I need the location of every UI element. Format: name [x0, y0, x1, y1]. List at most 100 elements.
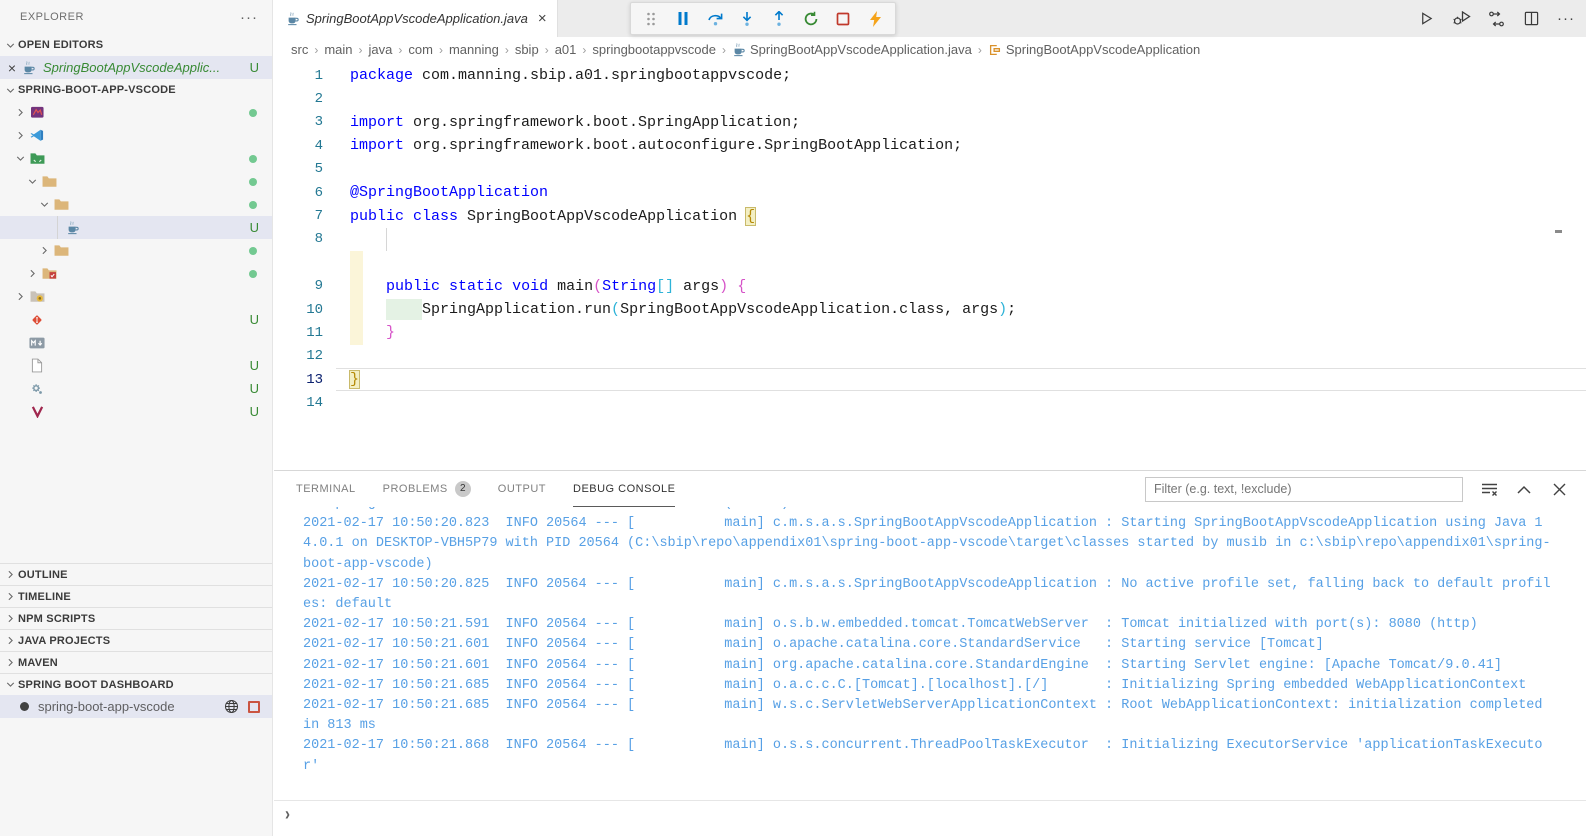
tree-item[interactable]: U — [0, 400, 272, 423]
code-line[interactable]: 7 public class SpringBootAppVscodeApplica… — [274, 204, 1586, 227]
explorer-more-actions-icon[interactable]: ··· — [240, 9, 258, 26]
sidebar-section-outline[interactable]: OUTLINE — [0, 563, 272, 585]
tree-item[interactable] — [0, 285, 272, 308]
chevron-down-icon[interactable] — [12, 152, 28, 165]
clear-console-icon[interactable] — [1480, 480, 1498, 498]
code-line[interactable]: 4 import org.springframework.boot.autocon… — [274, 134, 1586, 157]
folder-icon — [40, 175, 58, 188]
breadcrumb-item[interactable]: com — [408, 42, 433, 57]
tree-item[interactable] — [0, 193, 272, 216]
panel-tab-problems[interactable]: PROBLEMS 2 — [383, 471, 471, 507]
split-editor-icon[interactable] — [1521, 9, 1541, 29]
sidebar-section-java-projects[interactable]: JAVA PROJECTS — [0, 629, 272, 651]
panel-tab-output[interactable]: OUTPUT — [498, 471, 546, 507]
sidebar-header: EXPLORER ··· — [0, 0, 272, 34]
more-actions-icon[interactable]: ··· — [1556, 9, 1576, 29]
breadcrumb: src › main › java › com › manning › sbip › a01 › sprin… — [274, 37, 1586, 62]
chevron-down-icon[interactable] — [36, 198, 52, 211]
panel-tab-terminal[interactable]: TERMINAL — [296, 471, 356, 507]
chevron-down-icon[interactable] — [24, 175, 40, 188]
panel-tab-debug-console[interactable]: DEBUG CONSOLE — [573, 471, 676, 507]
breadcrumb-item[interactable]: src — [291, 42, 308, 57]
tree-item[interactable] — [0, 147, 272, 170]
log-line-clipped: :: Spring Boot :: (v2.4.3) — [303, 507, 1586, 514]
step-over-icon[interactable] — [699, 4, 731, 33]
line-number: 3 — [314, 114, 323, 131]
code-line[interactable]: 6 @SpringBootApplication — [274, 181, 1586, 204]
stop-icon[interactable] — [827, 4, 859, 33]
code-line[interactable]: 12 — [274, 345, 1586, 368]
hot-code-replace-icon[interactable] — [859, 4, 891, 33]
pause-icon[interactable] — [667, 4, 699, 33]
globe-icon[interactable] — [224, 699, 239, 714]
breadcrumb-item[interactable]: SpringBootAppVscodeApplication.java — [732, 42, 972, 57]
breadcrumb-item[interactable]: main — [324, 42, 352, 57]
code-editor[interactable]: 1 package com.manning.sbip.a01.springboot… — [274, 62, 1586, 470]
code-line[interactable]: 3 import org.springframework.boot.SpringA… — [274, 111, 1586, 134]
spring-boot-dashboard-header[interactable]: SPRING BOOT DASHBOARD — [0, 673, 272, 695]
chevron-right-icon[interactable] — [12, 290, 28, 303]
code-line[interactable]: 1 package com.manning.sbip.a01.springboot… — [274, 64, 1586, 87]
debug-run-icon[interactable] — [1451, 9, 1471, 29]
breadcrumb-item[interactable]: sbip — [515, 42, 539, 57]
code-line[interactable]: 5 — [274, 158, 1586, 181]
stop-app-icon[interactable] — [248, 700, 260, 713]
code-line[interactable]: 9 public static void main(String[] args)… — [274, 274, 1586, 298]
breadcrumb-separator: › — [438, 42, 443, 57]
debug-console-input[interactable]: › — [274, 800, 1586, 828]
close-panel-icon[interactable] — [1550, 480, 1568, 498]
maximize-panel-icon[interactable] — [1515, 480, 1533, 498]
breadcrumb-item[interactable]: manning — [449, 42, 499, 57]
git-status-badge: U — [249, 404, 259, 419]
chevron-down-icon — [2, 678, 18, 692]
sidebar-section-npm-scripts[interactable]: NPM SCRIPTS — [0, 607, 272, 629]
code-line[interactable]: 14 — [274, 391, 1586, 414]
open-editor-item[interactable]: × SpringBootAppVscodeApplic... U — [0, 56, 272, 79]
chevron-right-icon[interactable] — [12, 106, 28, 119]
close-icon[interactable]: × — [538, 10, 547, 27]
chevron-right-icon[interactable] — [12, 129, 28, 142]
breadcrumb-item[interactable]: java — [369, 42, 393, 57]
drag-handle-icon[interactable] — [635, 4, 667, 33]
editor-tab[interactable]: SpringBootAppVscodeApplication.java × — [274, 0, 558, 37]
restart-icon[interactable] — [795, 4, 827, 33]
open-editors-section-header[interactable]: OPEN EDITORS — [0, 34, 272, 56]
sidebar-section-timeline[interactable]: TIMELINE — [0, 585, 272, 607]
chevron-right-icon[interactable] — [36, 244, 52, 257]
breadcrumb-item[interactable]: SpringBootAppVscodeApplication — [988, 42, 1200, 57]
breadcrumb-item[interactable]: springbootappvscode — [592, 42, 716, 57]
code-line[interactable]: 2 — [274, 87, 1586, 110]
sidebar-section-maven[interactable]: MAVEN — [0, 651, 272, 673]
tree-item[interactable] — [0, 262, 272, 285]
project-section-header[interactable]: SPRING-BOOT-APP-VSCODE — [0, 79, 272, 101]
log-line: 2021-02-17 10:50:21.601 INFO 20564 --- [… — [303, 657, 1502, 673]
breadcrumb-separator: › — [504, 42, 509, 57]
tree-item[interactable]: U — [0, 216, 272, 239]
code-line[interactable]: 11 } — [274, 321, 1586, 345]
tree-item[interactable] — [0, 331, 272, 354]
dashboard-app-item[interactable]: spring-boot-app-vscode — [0, 695, 272, 718]
code-line[interactable]: 13} — [274, 368, 1586, 392]
tree-item[interactable] — [0, 239, 272, 262]
close-icon[interactable]: × — [4, 60, 20, 76]
tree-item[interactable] — [0, 101, 272, 124]
chevron-right-icon — [2, 612, 18, 626]
overview-ruler-mark — [1555, 230, 1562, 233]
tree-item[interactable]: U — [0, 354, 272, 377]
chevron-right-icon[interactable] — [24, 267, 40, 280]
tree-item[interactable] — [0, 170, 272, 193]
tree-item[interactable]: U — [0, 308, 272, 331]
console-filter-input[interactable] — [1145, 476, 1463, 502]
tree-item[interactable]: U — [0, 377, 272, 400]
run-icon[interactable] — [1416, 9, 1436, 29]
breadcrumb-item[interactable]: a01 — [555, 42, 577, 57]
step-out-icon[interactable] — [763, 4, 795, 33]
code-line[interactable]: 10 SpringApplication.run(SpringBootAppVs… — [274, 297, 1586, 322]
indent-guide — [57, 216, 58, 239]
tree-item[interactable] — [0, 124, 272, 147]
prompt-chevron-icon: › — [285, 804, 290, 825]
code-line[interactable]: 8 — [274, 227, 1586, 252]
breadcrumb-separator: › — [314, 42, 319, 57]
step-into-icon[interactable] — [731, 4, 763, 33]
open-changes-icon[interactable] — [1486, 9, 1506, 29]
